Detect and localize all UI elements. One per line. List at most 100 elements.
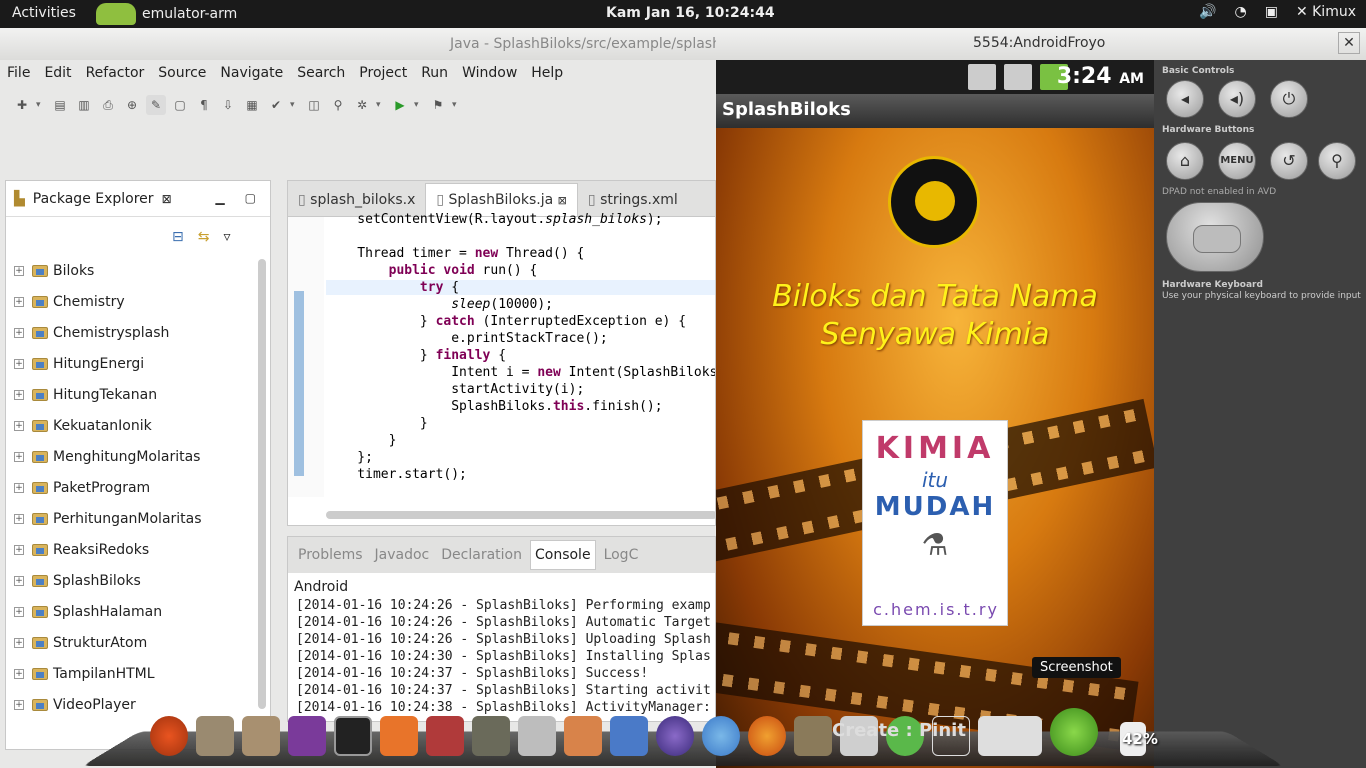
lint-icon[interactable]: ¶ [194,95,214,115]
network-globe-icon[interactable] [1050,708,1098,756]
power-icon[interactable]: ⏻ [1270,80,1308,118]
project-item[interactable]: + SplashHalaman [6,596,256,627]
expand-icon[interactable]: + [14,451,24,462]
screenshot-icon[interactable] [978,716,1042,756]
project-item[interactable]: + TampilanHTML [6,658,256,689]
files-icon[interactable] [196,716,234,756]
console-tab-logc[interactable]: LogC [600,541,643,569]
project-item[interactable]: + PaketProgram [6,472,256,503]
menu-file[interactable]: File [0,60,37,86]
eclipse-icon[interactable] [656,716,694,756]
presentation-icon[interactable] [564,716,602,756]
run-icon[interactable]: ▶ [390,95,410,115]
expand-icon[interactable]: + [14,420,24,431]
project-item[interactable]: + Chemistrysplash [6,317,256,348]
expand-icon[interactable]: + [14,668,24,679]
terminal-icon[interactable] [334,716,372,756]
console-tab-declaration[interactable]: Declaration [437,541,526,569]
project-item[interactable]: + SplashBiloks [6,565,256,596]
pin-icon[interactable]: ⚲ [328,95,348,115]
run-dropdown-icon[interactable]: ▾ [414,100,424,110]
expand-icon[interactable]: + [14,327,24,338]
volume-up-icon[interactable]: ◂) [1218,80,1256,118]
sdk-manager-icon[interactable]: ⊕ [122,95,142,115]
project-item[interactable]: + MenghitungMolaritas [6,441,256,472]
pidgin-icon[interactable] [794,716,832,756]
check-icon[interactable]: ✔ [266,95,286,115]
search-icon[interactable]: ⚲ [1318,142,1356,180]
user-menu[interactable]: ✕ Kimux [1296,4,1356,20]
project-item[interactable]: + HitungEnergi [6,348,256,379]
back-icon[interactable]: ↺ [1270,142,1308,180]
close-icon[interactable]: ⊠ [162,192,172,206]
menu-search[interactable]: Search [290,60,352,86]
link-editor-icon[interactable]: ⇆ [198,229,210,245]
scrollbar[interactable] [258,259,266,709]
ubuntu-icon[interactable] [150,716,188,756]
home-icon[interactable]: ⌂ [1166,142,1204,180]
expand-icon[interactable]: + [14,482,24,493]
expand-icon[interactable]: + [14,513,24,524]
accessibility-icon[interactable]: ▣ [1265,4,1278,20]
volume-icon[interactable]: 🔊 [1199,4,1216,20]
chromium-icon[interactable] [702,716,740,756]
gift-icon[interactable] [426,716,464,756]
avd-icon[interactable]: ▢ [170,95,190,115]
expand-icon[interactable]: + [14,358,24,369]
console-tab-javadoc[interactable]: Javadoc [371,541,434,569]
expand-icon[interactable]: + [14,265,24,276]
download-icon[interactable]: ⇩ [218,95,238,115]
expand-icon[interactable]: + [14,606,24,617]
clock[interactable]: Kam Jan 16, 10:24:44 [606,5,775,21]
menu-navigate[interactable]: Navigate [213,60,290,86]
writer-icon[interactable] [610,716,648,756]
new-dropdown-icon[interactable]: ▾ [36,100,46,110]
software-center-icon[interactable] [380,716,418,756]
menu-run[interactable]: Run [414,60,455,86]
save-all-icon[interactable]: ▥ [74,95,94,115]
calculator-icon[interactable] [518,716,556,756]
expand-icon[interactable]: + [14,699,24,710]
project-item[interactable]: + KekuatanIonik [6,410,256,441]
console-tab-problems[interactable]: Problems [294,541,367,569]
menu-edit[interactable]: Edit [37,60,78,86]
code-area[interactable]: setContentView(R.layout.splash_biloks); … [326,211,715,487]
expand-icon[interactable]: + [14,575,24,586]
expand-icon[interactable]: + [14,544,24,555]
external-tools-dropdown-icon[interactable]: ▾ [452,100,462,110]
maximize-icon[interactable]: ▢ [245,191,256,205]
wifi-icon[interactable]: ◔ [1234,4,1246,20]
check-dropdown-icon[interactable]: ▾ [290,100,300,110]
menu-window[interactable]: Window [455,60,524,86]
expand-icon[interactable]: + [14,389,24,400]
menu-refactor[interactable]: Refactor [79,60,152,86]
menu-help[interactable]: Help [524,60,570,86]
firefox-icon[interactable] [748,716,786,756]
debug-icon[interactable]: ✲ [352,95,372,115]
project-item[interactable]: + StrukturAtom [6,627,256,658]
volume-down-icon[interactable]: ◂ [1166,80,1204,118]
project-item[interactable]: + Chemistry [6,286,256,317]
project-item[interactable]: + PerhitunganMolaritas [6,503,256,534]
console-tab-console[interactable]: Console [529,540,596,570]
workspace-icon[interactable] [288,716,326,756]
menu-project[interactable]: Project [352,60,414,86]
new-icon[interactable]: ✚ [12,95,32,115]
project-item[interactable]: + Biloks [6,255,256,286]
gimp-icon[interactable] [472,716,510,756]
new-class-icon[interactable]: ◫ [304,95,324,115]
app-menu[interactable]: emulator-arm [96,3,237,25]
dpad[interactable] [1166,202,1264,272]
edit-icon[interactable]: ✎ [146,95,166,115]
close-icon[interactable]: ✕ [1338,32,1360,54]
project-item[interactable]: + HitungTekanan [6,379,256,410]
console-log[interactable]: [2014-01-16 10:24:26 - SplashBiloks] Per… [296,597,716,716]
horizontal-scrollbar[interactable] [326,511,717,519]
menu-button[interactable]: MENU [1218,142,1256,180]
expand-icon[interactable]: + [14,296,24,307]
android-app-icon[interactable]: ▦ [242,95,262,115]
minimize-icon[interactable]: ▁ [215,191,224,205]
print-icon[interactable]: ⎙ [98,95,118,115]
expand-icon[interactable]: + [14,637,24,648]
collapse-all-icon[interactable]: ⊟ [172,229,184,245]
